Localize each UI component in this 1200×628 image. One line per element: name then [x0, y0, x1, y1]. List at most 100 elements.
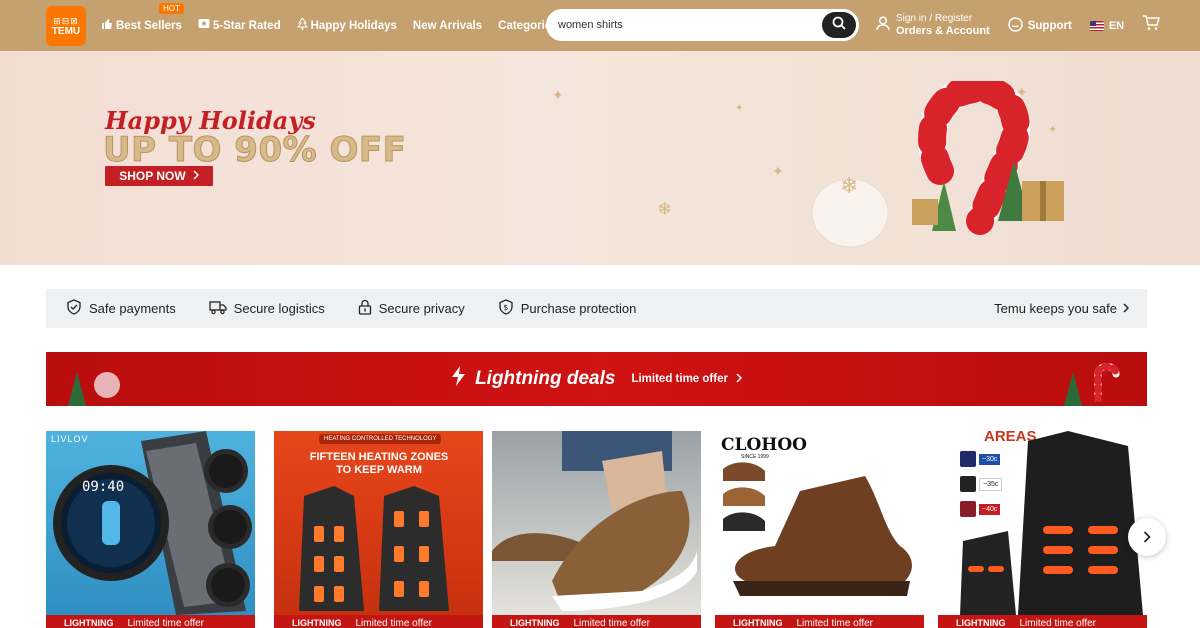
tree-decoration	[1064, 372, 1082, 406]
user-icon	[876, 16, 890, 36]
safety-item-payments[interactable]: Safe payments	[66, 299, 176, 318]
safety-bar: Safe payments Secure logistics Secure pr…	[46, 289, 1147, 328]
nav-happy-holidays[interactable]: Happy Holidays	[296, 17, 397, 33]
logo-glyphs: ⊞⊟⊠	[53, 15, 79, 26]
safety-item-logistics[interactable]: Secure logistics	[209, 300, 325, 318]
nav-label: New Arrivals	[412, 19, 483, 32]
product-image-smartwatch: LIVLOV 09:40	[46, 431, 255, 615]
hero-banner[interactable]: Happy Holidays UP TO 90% OFF SHOP NOW ✦ …	[0, 51, 1200, 265]
strip-offer: Limited time offer	[796, 617, 874, 628]
cart-button[interactable]	[1142, 15, 1161, 36]
nav-label: Happy Holidays	[310, 19, 397, 32]
temu-logo[interactable]: ⊞⊟⊠ TEMU	[46, 6, 86, 46]
tree-icon	[296, 17, 308, 33]
carousel-next-button[interactable]	[1128, 518, 1166, 556]
language-selector[interactable]: EN	[1089, 19, 1125, 32]
support-label: Support	[1027, 19, 1072, 32]
hero-headline: UP TO 90% OFF	[102, 130, 407, 171]
candy-cane-icon	[1086, 358, 1126, 406]
safety-label: Purchase protection	[520, 301, 637, 316]
shop-now-button[interactable]: SHOP NOW	[105, 166, 213, 186]
search-button[interactable]	[822, 12, 856, 38]
search-input[interactable]	[548, 11, 822, 39]
nav-new-arrivals[interactable]: New Arrivals	[413, 20, 482, 32]
truck-icon	[209, 300, 234, 318]
nav-label: 5-Star Rated	[212, 19, 281, 32]
chevron-right-icon	[736, 370, 742, 388]
account-text: Sign in / Register Orders & Account	[896, 13, 990, 38]
strip-label: LIGHTNING	[64, 618, 114, 628]
thumbs-up-icon	[101, 18, 113, 33]
strip-label: LIGHTNING	[510, 618, 560, 628]
product-headline: FIFTEEN HEATING ZONES TO KEEP WARM	[309, 451, 449, 476]
language-label: EN	[1108, 19, 1125, 32]
svg-text:09:40: 09:40	[82, 479, 124, 495]
lightning-strip: LIGHTNING Limited time offer	[492, 615, 701, 628]
search-icon	[832, 16, 846, 35]
right-nav: Sign in / Register Orders & Account Supp…	[876, 0, 1161, 51]
nav-best-sellers[interactable]: Best Sellers HOT	[101, 3, 184, 33]
safety-link-label: Temu keeps you safe	[994, 301, 1117, 316]
holiday-decoration-image: ❄	[800, 75, 1090, 261]
safety-label: Secure logistics	[233, 301, 325, 316]
shop-now-label: SHOP NOW	[119, 169, 186, 183]
shield-check-icon	[66, 299, 89, 318]
safety-item-privacy[interactable]: Secure privacy	[358, 299, 465, 318]
product-card[interactable]: HEATING CONTROLLED TECHNOLOGY FIFTEEN HE…	[274, 431, 483, 628]
product-card[interactable]: AREAS ~30c ~35c ~40c LIGHTNING Limited t…	[938, 431, 1147, 628]
lock-icon	[358, 299, 379, 318]
orders-label: Orders & Account	[896, 25, 990, 37]
sign-in-label: Sign in / Register	[896, 13, 973, 24]
chevron-right-icon	[193, 169, 199, 183]
lightning-deals-banner[interactable]: Lightning deals Limited time offer	[46, 352, 1147, 406]
lightning-strip: LIGHTNING Limited time offer	[46, 615, 255, 628]
strip-label: LIGHTNING	[733, 618, 783, 628]
strip-offer: Limited time offer	[573, 617, 651, 628]
chevron-right-icon	[1123, 301, 1130, 316]
lightning-deals-title: Lightning deals	[475, 368, 616, 389]
logo-text: TEMU	[51, 25, 81, 37]
account-menu[interactable]: Sign in / Register Orders & Account	[876, 13, 990, 38]
product-image-slip-on-shoe	[492, 431, 701, 615]
nav-label: Best Sellers	[116, 19, 182, 32]
strip-offer: Limited time offer	[355, 617, 433, 628]
search-bar	[546, 9, 859, 41]
strip-offer: Limited time offer	[127, 617, 205, 628]
product-image-heated-vest-2: AREAS ~30c ~35c ~40c	[938, 431, 1147, 615]
sparkle-icon: ❄	[657, 199, 673, 219]
svg-text:❄: ❄	[840, 174, 858, 199]
tree-decoration	[68, 372, 86, 406]
product-card[interactable]: LIVLOV 09:40 LIGHTNING Limited time offe…	[46, 431, 255, 628]
svg-text:$: $	[503, 303, 508, 312]
safety-label: Secure privacy	[378, 301, 465, 316]
lightning-bolt-icon	[451, 366, 467, 392]
hot-badge: HOT	[159, 3, 184, 14]
star-rated-icon	[198, 18, 210, 33]
sparkle-icon: ✦	[552, 87, 564, 103]
safety-label: Safe payments	[89, 301, 176, 316]
nav-five-star[interactable]: 5-Star Rated	[198, 18, 281, 33]
product-tag: HEATING CONTROLLED TECHNOLOGY	[319, 434, 442, 444]
lightning-strip: LIGHTNING Limited time offer	[715, 615, 924, 628]
strip-offer: Limited time offer	[1019, 617, 1097, 628]
support-link[interactable]: Support	[1008, 16, 1072, 35]
shield-dollar-icon: $	[498, 299, 521, 318]
product-image-heated-vest: HEATING CONTROLLED TECHNOLOGY FIFTEEN HE…	[274, 431, 483, 615]
temu-keeps-you-safe-link[interactable]: Temu keeps you safe	[994, 289, 1130, 328]
product-card[interactable]: CLOHOO SINCE 1999 LIGHTNING Limited time…	[715, 431, 924, 628]
strip-label: LIGHTNING	[292, 618, 342, 628]
product-card[interactable]: LIGHTNING Limited time offer	[492, 431, 701, 628]
chevron-right-icon	[1143, 527, 1151, 548]
us-flag-icon	[1089, 20, 1104, 31]
lightning-strip: LIGHTNING Limited time offer	[938, 615, 1147, 628]
strip-label: LIGHTNING	[956, 618, 1006, 628]
product-image-leather-boot: CLOHOO SINCE 1999	[715, 431, 924, 615]
ornament-icon	[94, 372, 120, 398]
safety-item-protection[interactable]: $ Purchase protection	[498, 299, 637, 318]
lightning-strip: LIGHTNING Limited time offer	[274, 615, 483, 628]
lightning-deals-products: LIVLOV 09:40 LIGHTNING Limited time offe…	[46, 431, 1147, 628]
cart-icon	[1142, 15, 1161, 35]
top-header: ⊞⊟⊠ TEMU Best Sellers HOT 5-Star Rated H…	[0, 0, 1200, 51]
lightning-deals-subtitle: Limited time offer	[631, 373, 728, 385]
main-nav: Best Sellers HOT 5-Star Rated Happy Holi…	[101, 0, 586, 51]
